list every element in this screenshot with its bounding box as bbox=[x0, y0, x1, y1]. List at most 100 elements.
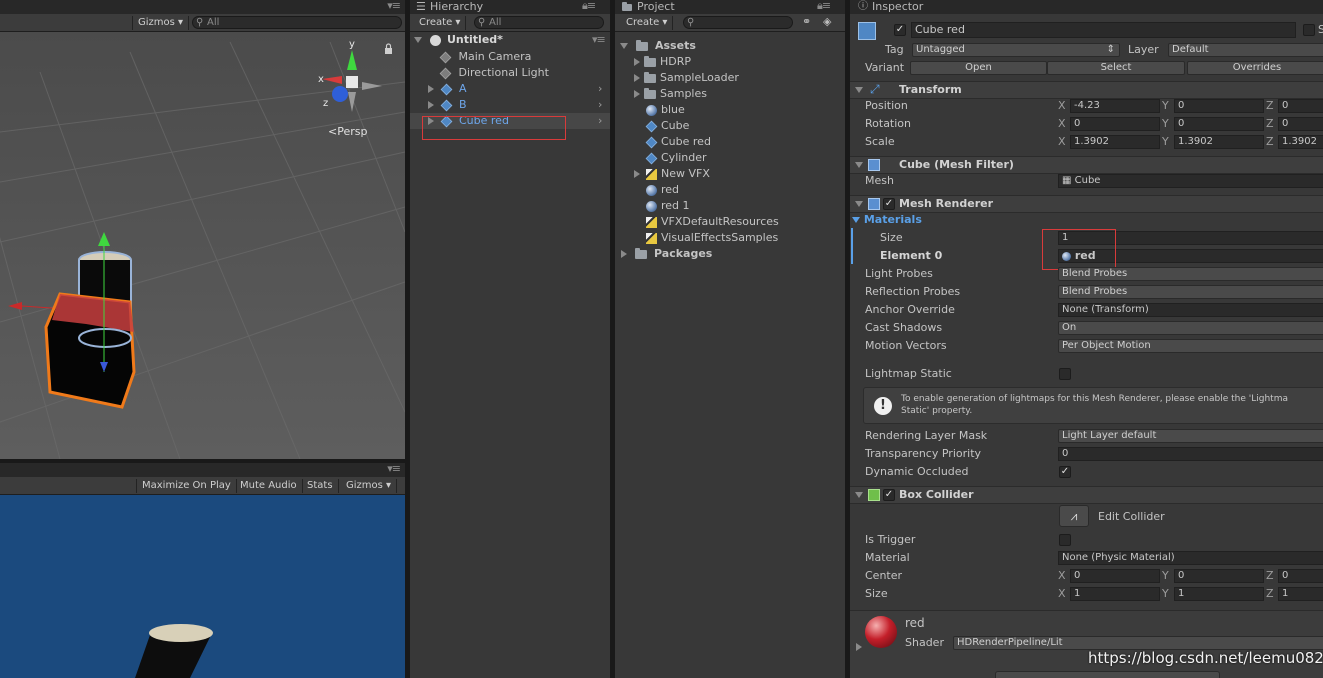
project-item[interactable]: Cube red bbox=[615, 134, 711, 150]
hierarchy-lock-icon[interactable]: 🔒︎≡ bbox=[582, 0, 596, 13]
mesh-filter-header[interactable]: Cube (Mesh Filter) bbox=[850, 156, 1323, 174]
rotation-y-field[interactable]: 0 bbox=[1174, 117, 1264, 131]
collider-size-x-field[interactable]: 1 bbox=[1070, 587, 1160, 601]
foldout-arrow-icon[interactable] bbox=[855, 87, 863, 93]
position-z-field[interactable]: 0 bbox=[1278, 99, 1323, 113]
scale-x-field[interactable]: 1.3902 bbox=[1070, 135, 1160, 149]
hierarchy-item-a[interactable]: A › bbox=[410, 81, 610, 97]
mesh-renderer-header[interactable]: ✓ Mesh Renderer bbox=[850, 195, 1323, 213]
transparency-field[interactable]: 0 bbox=[1058, 447, 1323, 461]
hierarchy-item-directional-light[interactable]: Directional Light bbox=[439, 65, 549, 81]
scene-root-row[interactable]: Untitled* ▾≡ bbox=[410, 32, 610, 48]
stats-button[interactable]: Stats bbox=[302, 479, 339, 493]
mesh-field[interactable]: ▦ Cube bbox=[1058, 174, 1323, 188]
collider-size-z-field[interactable]: 1 bbox=[1278, 587, 1323, 601]
position-y-field[interactable]: 0 bbox=[1174, 99, 1264, 113]
game-view[interactable]: ▾≡ Maximize On Play Mute Audio Stats Giz… bbox=[0, 463, 405, 678]
foldout-arrow-icon[interactable] bbox=[855, 201, 863, 207]
collider-center-z-axis-label[interactable]: Z bbox=[1266, 569, 1274, 582]
foldout-arrow-icon[interactable] bbox=[855, 492, 863, 498]
chevron-right-icon[interactable]: › bbox=[598, 113, 602, 129]
position-z-axis-label[interactable]: Z bbox=[1266, 99, 1274, 112]
layer-dropdown[interactable]: Default bbox=[1168, 43, 1323, 57]
hierarchy-search-input[interactable]: ⚲ All bbox=[474, 16, 604, 29]
expand-arrow-icon[interactable] bbox=[621, 250, 627, 258]
project-item[interactable]: VisualEffectsSamples bbox=[615, 230, 778, 246]
collider-center-z-field[interactable]: 0 bbox=[1278, 569, 1323, 583]
mesh-renderer-enabled-checkbox[interactable]: ✓ bbox=[883, 198, 895, 210]
mute-audio-button[interactable]: Mute Audio bbox=[235, 479, 303, 493]
scene-search-input[interactable]: ⚲ All bbox=[192, 16, 402, 29]
expand-arrow-icon[interactable] bbox=[634, 58, 640, 66]
filter-by-label-icon[interactable]: ◈ bbox=[823, 15, 831, 28]
is-trigger-checkbox[interactable] bbox=[1059, 534, 1071, 546]
lightmap-static-checkbox[interactable] bbox=[1059, 368, 1071, 380]
rotation-z-axis-label[interactable]: Z bbox=[1266, 117, 1274, 130]
rotation-z-field[interactable]: 0 bbox=[1278, 117, 1323, 131]
reflection-probes-dropdown[interactable]: Blend Probes bbox=[1058, 285, 1323, 299]
scene-viewport[interactable]: y x z bbox=[0, 32, 405, 459]
project-item[interactable]: red 1 bbox=[615, 198, 690, 214]
project-item[interactable]: SampleLoader bbox=[615, 70, 739, 86]
expand-arrow-icon[interactable] bbox=[428, 85, 434, 93]
light-probes-dropdown[interactable]: Blend Probes bbox=[1058, 267, 1323, 281]
project-item[interactable]: Samples bbox=[615, 86, 707, 102]
expand-arrow-icon[interactable] bbox=[634, 90, 640, 98]
variant-overrides-button[interactable]: Overrides bbox=[1187, 61, 1323, 75]
collider-center-x-axis-label[interactable]: X bbox=[1058, 569, 1066, 582]
scene-options-icon[interactable]: ▾≡ bbox=[592, 32, 606, 48]
box-collider-header[interactable]: ✓ Box Collider bbox=[850, 486, 1323, 504]
expand-arrow-icon[interactable] bbox=[428, 101, 434, 109]
box-collider-enabled-checkbox[interactable]: ✓ bbox=[883, 489, 895, 501]
foldout-arrow-icon[interactable] bbox=[855, 162, 863, 168]
rendering-layer-dropdown[interactable]: Light Layer default bbox=[1058, 429, 1323, 443]
hierarchy-item-main-camera[interactable]: Main Camera bbox=[439, 49, 531, 65]
packages-root-row[interactable]: Packages bbox=[615, 246, 712, 262]
expand-arrow-icon[interactable] bbox=[414, 37, 422, 43]
shader-dropdown[interactable]: HDRenderPipeline/Lit bbox=[953, 636, 1323, 650]
object-name-field[interactable]: Cube red bbox=[911, 22, 1296, 38]
expand-arrow-icon[interactable] bbox=[620, 43, 628, 49]
persp-label[interactable]: <Persp bbox=[328, 125, 367, 138]
project-item[interactable]: blue bbox=[615, 102, 685, 118]
edit-collider-button[interactable]: ⩘ bbox=[1059, 505, 1089, 527]
game-gizmos-button[interactable]: Gizmos ▾ bbox=[341, 479, 398, 493]
rotation-x-field[interactable]: 0 bbox=[1070, 117, 1160, 131]
anchor-override-dropdown[interactable]: None (Transform) bbox=[1058, 303, 1323, 317]
project-item[interactable]: New VFX bbox=[615, 166, 710, 182]
chevron-right-icon[interactable]: › bbox=[598, 97, 602, 113]
static-checkbox[interactable] bbox=[1303, 24, 1315, 36]
scene-view[interactable]: ▾≡ Gizmos ▾ ⚲ All y x z <Persp bbox=[0, 0, 405, 459]
transform-header[interactable]: ⤢ Transform bbox=[850, 81, 1323, 99]
chevron-right-icon[interactable]: › bbox=[598, 81, 602, 97]
hierarchy-tab[interactable]: Hierarchy bbox=[430, 0, 483, 14]
scale-y-field[interactable]: 1.3902 bbox=[1174, 135, 1264, 149]
inspector-tab[interactable]: Inspector bbox=[872, 0, 923, 14]
scale-z-field[interactable]: 1.3902 bbox=[1278, 135, 1323, 149]
motion-vectors-dropdown[interactable]: Per Object Motion bbox=[1058, 339, 1323, 353]
tag-dropdown[interactable]: Untagged ⇕ bbox=[912, 43, 1120, 57]
scene-gizmos-button[interactable]: Gizmos ▾ bbox=[132, 16, 190, 30]
filter-by-type-icon[interactable]: ⚭ bbox=[802, 15, 811, 28]
position-x-axis-label[interactable]: X bbox=[1058, 99, 1066, 112]
position-x-field[interactable]: -4.23 bbox=[1070, 99, 1160, 113]
game-menu-icon[interactable]: ▾≡ bbox=[387, 463, 401, 476]
collider-size-x-axis-label[interactable]: X bbox=[1058, 587, 1066, 600]
position-y-axis-label[interactable]: Y bbox=[1162, 99, 1169, 112]
project-item[interactable]: Cylinder bbox=[615, 150, 707, 166]
scene-menu-icon[interactable]: ▾≡ bbox=[387, 0, 401, 13]
assets-root-row[interactable]: Assets bbox=[615, 38, 696, 54]
collider-center-y-field[interactable]: 0 bbox=[1174, 569, 1264, 583]
project-item[interactable]: red bbox=[615, 182, 679, 198]
cast-shadows-dropdown[interactable]: On bbox=[1058, 321, 1323, 335]
project-create-button[interactable]: Create ▾ bbox=[621, 16, 674, 30]
variant-select-button[interactable]: Select bbox=[1047, 61, 1185, 75]
scale-x-axis-label[interactable]: X bbox=[1058, 135, 1066, 148]
expand-arrow-icon[interactable] bbox=[634, 170, 640, 178]
collider-material-field[interactable]: None (Physic Material) bbox=[1058, 551, 1323, 565]
project-tab[interactable]: Project bbox=[637, 0, 675, 14]
add-component-button[interactable] bbox=[995, 671, 1220, 678]
collider-size-y-field[interactable]: 1 bbox=[1174, 587, 1264, 601]
hierarchy-item-b[interactable]: B › bbox=[410, 97, 610, 113]
expand-arrow-icon[interactable] bbox=[634, 74, 640, 82]
